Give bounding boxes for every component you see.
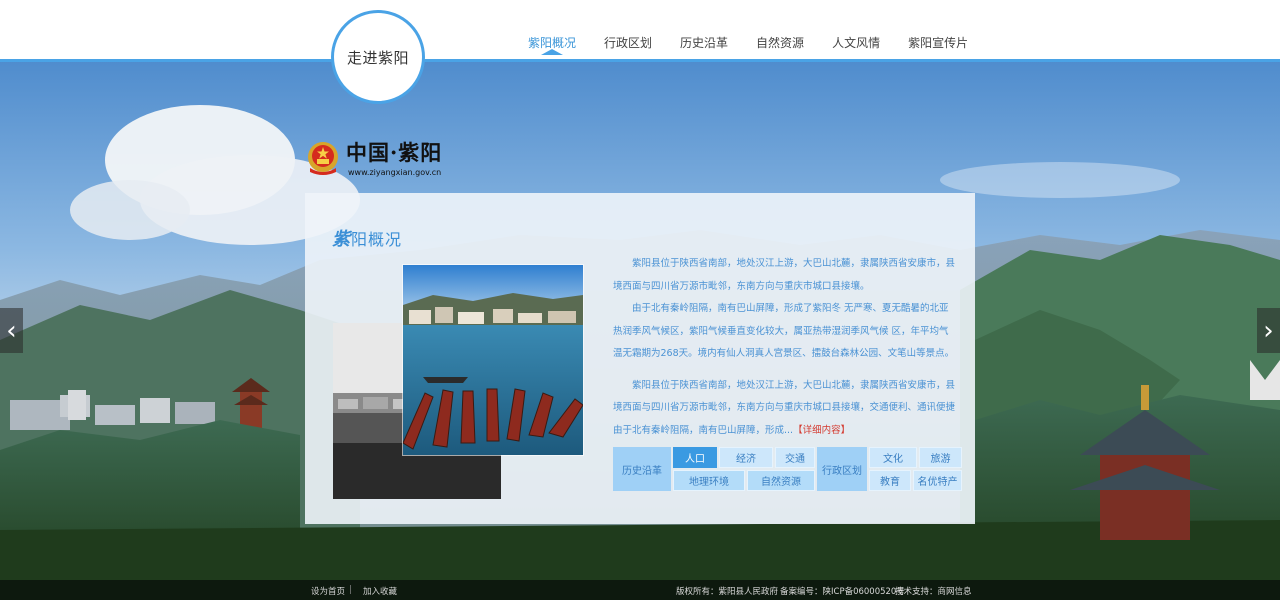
grid-item-tourism[interactable]: 旅游 <box>919 447 962 468</box>
tech-support-text: 技术支持：商网信息 <box>895 587 972 597</box>
site-title: 中国·紫阳 <box>346 140 443 165</box>
header-accent-line <box>0 59 1280 62</box>
section-title-first-char: 紫 <box>332 229 351 250</box>
site-brand: 中国·紫阳 www.ziyangxian.gov.cn <box>306 140 442 177</box>
grid-item-population[interactable]: 人口 <box>673 447 717 468</box>
copyright-text: 版权所有：紫阳县人民政府 <box>676 587 779 597</box>
national-emblem-icon <box>308 142 338 175</box>
logo-text: 走进紫阳 <box>346 48 409 67</box>
footer-separator: | <box>349 585 352 595</box>
overview-paragraph-text: 紫阳县位于陕西省南部，地处汉江上游，大巴山北麓，隶属陕西省安康市，县境西面与四川… <box>613 379 956 436</box>
nav-item-overview[interactable]: 紫阳概况 <box>528 34 576 55</box>
grid-item-natural-resources[interactable]: 自然资源 <box>747 470 815 491</box>
overview-panel: 紫阳概况 紫阳县位于陕西省南部，地处汉江上游，大巴山北麓，隶属陕西省安康市，县境… <box>305 193 975 524</box>
nav-item-promo-video[interactable]: 紫阳宣传片 <box>908 34 968 51</box>
chevron-left-icon: ‹ <box>6 315 17 346</box>
overview-text: 紫阳县位于陕西省南部，地处汉江上游，大巴山北麓，隶属陕西省安康市，县境西面与四川… <box>613 253 958 442</box>
prev-slide-arrow[interactable]: ‹ <box>0 308 23 353</box>
nav-item-admin-division[interactable]: 行政区划 <box>604 34 652 51</box>
grid-item-transport[interactable]: 交通 <box>775 447 815 468</box>
page-footer: 设为首页 | 加入收藏 版权所有：紫阳县人民政府 备案编号：陕ICP备06000… <box>0 580 1280 600</box>
overview-paragraph-with-link: 紫阳县位于陕西省南部，地处汉江上游，大巴山北麓，隶属陕西省安康市，县境西面与四川… <box>613 375 958 443</box>
grid-item-geography[interactable]: 地理环境 <box>673 470 745 491</box>
set-home-link[interactable]: 设为首页 <box>311 585 345 597</box>
grid-title-admin-division[interactable]: 行政区划 <box>817 447 867 491</box>
icp-text: 备案编号：陕ICP备06000520号 <box>780 587 905 597</box>
main-nav: 紫阳概况 行政区划 历史沿革 自然资源 人文风情 紫阳宣传片 <box>528 34 996 55</box>
chevron-right-icon: › <box>1263 315 1274 346</box>
grid-item-culture[interactable]: 文化 <box>869 447 917 468</box>
nav-item-history[interactable]: 历史沿革 <box>680 34 728 51</box>
nav-item-culture[interactable]: 人文风情 <box>832 34 880 51</box>
grid-item-specialties[interactable]: 名优特产 <box>913 470 962 491</box>
overview-paragraph: 紫阳县位于陕西省南部，地处汉江上游，大巴山北麓，隶属陕西省安康市，县境西面与四川… <box>613 258 956 292</box>
grid-item-economy[interactable]: 经济 <box>719 447 773 468</box>
overview-paragraph: 由于北有秦岭阻隔，南有巴山屏障，形成了紫阳冬 无严寒、夏无酷暑的北亚热润季风气候… <box>613 303 955 359</box>
river-boats-photo[interactable] <box>403 265 583 455</box>
section-title-rest: 阳概况 <box>351 230 403 249</box>
grid-item-education[interactable]: 教育 <box>869 470 911 491</box>
quick-links-grid: 历史沿革 人口 经济 交通 地理环境 自然资源 行政区划 文化 旅游 教育 名优… <box>613 447 962 491</box>
section-title: 紫阳概况 <box>332 225 402 251</box>
site-url: www.ziyangxian.gov.cn <box>348 168 442 177</box>
next-slide-arrow[interactable]: › <box>1257 308 1280 353</box>
site-logo-badge[interactable]: 走进紫阳 <box>331 10 425 104</box>
top-header <box>0 0 1280 60</box>
detail-link[interactable]: 【详细内容】 <box>793 425 850 436</box>
nav-item-natural-resources[interactable]: 自然资源 <box>756 34 804 51</box>
add-favorite-link[interactable]: 加入收藏 <box>363 585 397 597</box>
grid-title-history[interactable]: 历史沿革 <box>613 447 671 491</box>
